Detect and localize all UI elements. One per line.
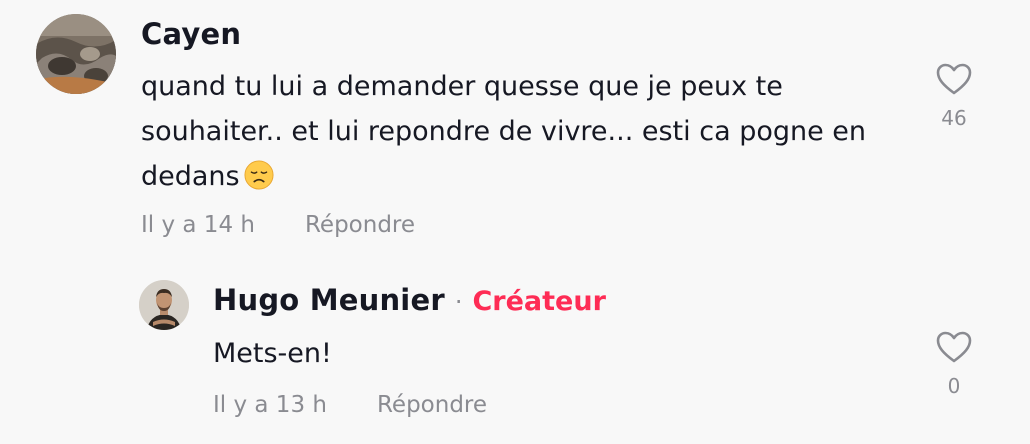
- reply-meta: Il y a 13 h Répondre: [213, 392, 487, 418]
- comment-meta: Il y a 14 h Répondre: [141, 212, 415, 238]
- comment-timestamp: Il y a 14 h: [141, 212, 255, 238]
- heart-outline-icon[interactable]: [935, 62, 973, 96]
- reply-header: Hugo Meunier · Créateur: [213, 283, 606, 317]
- reply-button[interactable]: Répondre: [305, 212, 415, 238]
- reply-text: Mets-en!: [213, 338, 332, 369]
- avatar[interactable]: [36, 14, 116, 94]
- comment-username[interactable]: Cayen: [141, 17, 241, 51]
- reply-like-button[interactable]: 0: [924, 330, 984, 398]
- disappointed-face-icon: [244, 160, 274, 190]
- reply-avatar[interactable]: [139, 280, 189, 330]
- heart-outline-icon[interactable]: [935, 330, 973, 364]
- separator-dot: ·: [454, 288, 463, 316]
- creator-badge: Créateur: [472, 286, 606, 317]
- reply-username[interactable]: Hugo Meunier: [213, 283, 445, 317]
- reply-to-reply-button[interactable]: Répondre: [377, 392, 487, 418]
- like-button[interactable]: 46: [924, 62, 984, 130]
- reply-like-count: 0: [947, 374, 961, 398]
- like-count: 46: [941, 106, 967, 130]
- reply-timestamp: Il y a 13 h: [213, 392, 327, 418]
- comment-text: quand tu lui a demander quesse que je pe…: [141, 64, 911, 199]
- comment-thread: Cayen quand tu lui a demander quesse que…: [0, 0, 1030, 444]
